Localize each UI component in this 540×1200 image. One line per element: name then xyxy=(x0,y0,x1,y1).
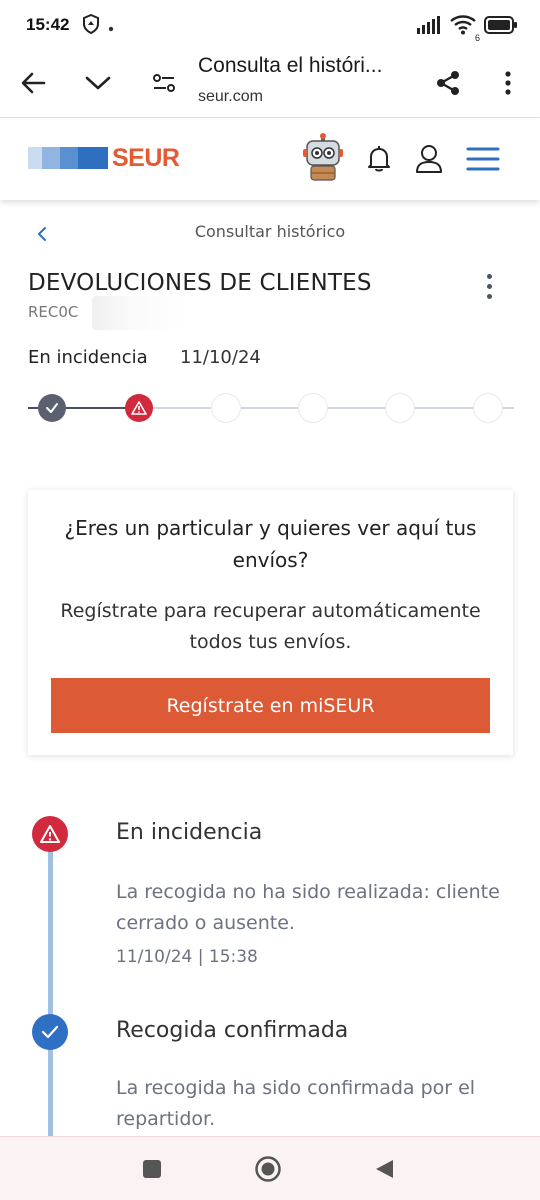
logo-text: SEUR xyxy=(112,143,180,172)
timeline-line xyxy=(48,840,53,1140)
progress-step-incident xyxy=(125,394,153,422)
dot-icon xyxy=(108,17,114,36)
breadcrumb: Consultar histórico xyxy=(194,222,346,241)
back-icon[interactable] xyxy=(368,1153,400,1185)
check-icon xyxy=(32,1014,68,1050)
reference-redaction xyxy=(92,296,188,330)
url-domain[interactable]: seur.com xyxy=(198,88,263,106)
status-time: 15:42 xyxy=(26,15,70,34)
progress-line-pending xyxy=(140,407,514,409)
shipment-reference: REC0C xyxy=(28,303,79,321)
timeline-event-description: La recogida ha sido confirmada por el re… xyxy=(116,1077,476,1130)
share-icon[interactable] xyxy=(428,63,468,103)
robot-assistant-icon[interactable] xyxy=(300,132,346,184)
shield-hand-icon xyxy=(82,13,100,38)
progress-step-pending xyxy=(386,394,414,422)
progress-tracker xyxy=(28,394,514,422)
user-icon[interactable] xyxy=(408,138,450,180)
status-bar: 15:42 6 xyxy=(0,0,540,50)
promo-question: ¿Eres un particular y quieres ver aquí t… xyxy=(64,516,477,572)
recents-icon[interactable] xyxy=(136,1153,168,1185)
signal-icon xyxy=(416,16,442,38)
site-settings-icon[interactable] xyxy=(144,63,184,103)
back-arrow-icon[interactable] xyxy=(13,63,53,103)
wifi-icon: 6 xyxy=(450,15,480,43)
site-header: SEUR xyxy=(0,118,540,200)
browser-toolbar: Consulta el históri... seur.com xyxy=(0,50,540,118)
system-nav-bar xyxy=(0,1136,540,1200)
page-title-browser[interactable]: Consulta el históri... xyxy=(198,54,418,78)
seur-logo[interactable]: SEUR xyxy=(28,143,180,172)
promo-subtitle: Regístrate para recuperar automáticament… xyxy=(60,600,481,653)
more-options-icon[interactable] xyxy=(476,268,502,304)
wifi-badge: 6 xyxy=(474,33,480,43)
status-label: En incidencia xyxy=(28,347,148,368)
register-button[interactable]: Regístrate en miSEUR xyxy=(51,678,490,733)
battery-icon xyxy=(484,16,518,38)
bell-icon[interactable] xyxy=(358,138,400,180)
warning-icon xyxy=(32,816,68,852)
progress-step-pending xyxy=(212,394,240,422)
timeline-event-timestamp: 11/10/24 | 15:38 xyxy=(116,947,258,967)
home-icon[interactable] xyxy=(252,1153,284,1185)
logo-stripes xyxy=(28,147,108,169)
menu-icon[interactable] xyxy=(462,138,504,180)
shipment-title: DEVOLUCIONES DE CLIENTES xyxy=(28,270,372,296)
more-vertical-icon[interactable] xyxy=(488,63,528,103)
timeline-event-title: Recogida confirmada xyxy=(116,1018,349,1043)
progress-step-pending xyxy=(474,394,502,422)
progress-step-pending xyxy=(299,394,327,422)
timeline-event-title: En incidencia xyxy=(116,820,263,845)
chevron-left-icon[interactable] xyxy=(30,222,54,246)
status-date: 11/10/24 xyxy=(180,347,261,368)
progress-step-completed xyxy=(38,394,66,422)
register-promo-card: ¿Eres un particular y quieres ver aquí t… xyxy=(28,490,513,755)
chevron-down-icon[interactable] xyxy=(78,63,118,103)
timeline-event-description: La recogida no ha sido realizada: client… xyxy=(116,881,500,934)
